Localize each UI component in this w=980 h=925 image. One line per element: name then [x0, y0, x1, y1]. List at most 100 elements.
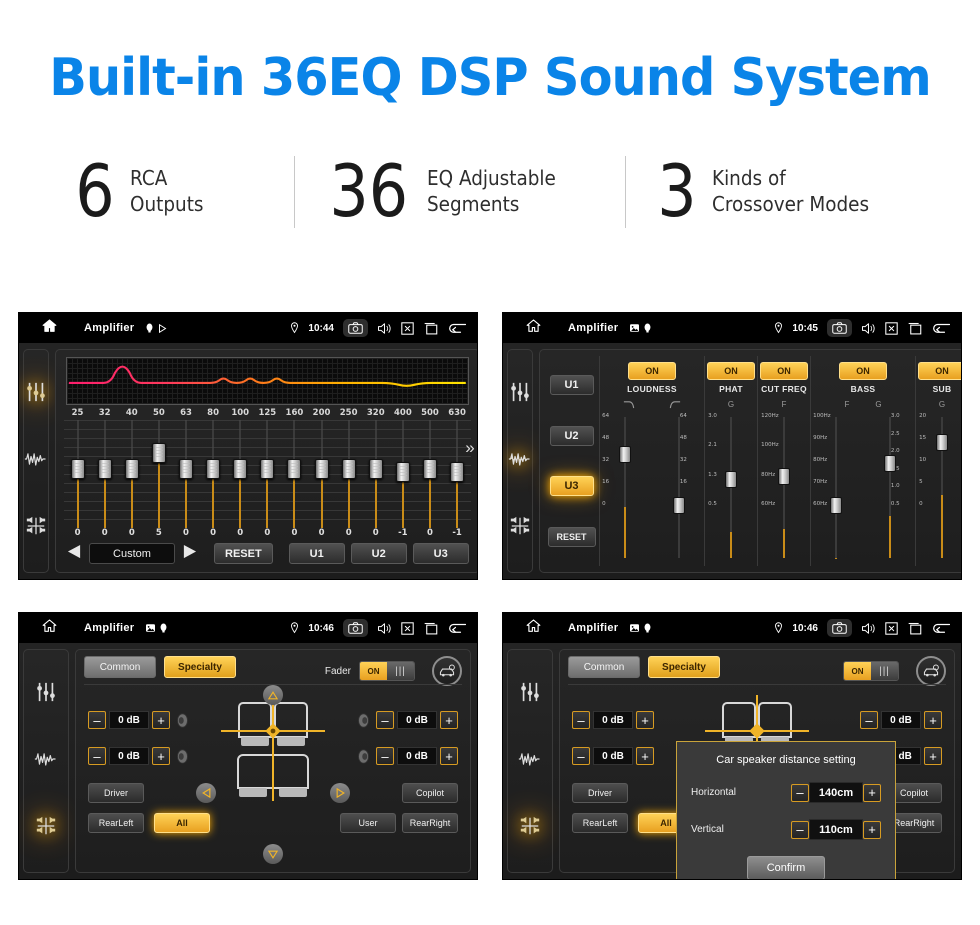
equalizer-icon[interactable] [509, 381, 531, 408]
minus-button[interactable]: – [572, 747, 590, 765]
slider-g[interactable]: 20 15 10 5 0 [919, 413, 961, 562]
slider-knob[interactable] [124, 459, 139, 479]
waveform-icon[interactable] [24, 449, 48, 474]
plus-button[interactable]: + [924, 711, 942, 729]
home-icon[interactable] [41, 618, 58, 639]
seat-user-button[interactable]: User [340, 813, 396, 833]
car-settings-icon[interactable] [916, 656, 946, 686]
eq-slider[interactable] [172, 420, 200, 528]
power-toggle[interactable]: ON [839, 362, 887, 380]
slider-knob[interactable] [341, 459, 356, 479]
nav-up-button[interactable] [263, 685, 283, 705]
slider-knob[interactable] [70, 459, 85, 479]
slider-g[interactable]: 3.02.52.01.51.00.5 [867, 413, 913, 562]
preset-prev-button[interactable] [66, 544, 83, 564]
slider-knob[interactable] [450, 462, 465, 483]
waveform-icon[interactable] [518, 749, 542, 774]
nav-right-button[interactable] [330, 783, 350, 803]
home-icon[interactable] [525, 618, 542, 639]
nav-left-button[interactable] [196, 783, 216, 803]
preset-u1-button[interactable]: U1 [288, 543, 345, 564]
slider-knob[interactable] [884, 455, 896, 473]
preset-u2-button[interactable]: U2 [549, 425, 594, 446]
balance-icon[interactable] [25, 515, 47, 542]
camera-icon[interactable] [343, 619, 368, 637]
eq-slider[interactable] [64, 420, 92, 528]
fader-toggle[interactable]: ON ||| [843, 661, 899, 681]
power-toggle[interactable]: ON [760, 362, 808, 380]
tab-common[interactable]: Common [84, 656, 156, 678]
balance-icon[interactable] [519, 815, 541, 842]
seat-rearright-button[interactable]: RearRight [402, 813, 458, 833]
eq-slider[interactable] [91, 420, 119, 528]
minus-button[interactable]: – [860, 711, 878, 729]
slider-f[interactable]: 120Hz 100Hz 80Hz 60Hz [761, 413, 807, 562]
seat-copilot-button[interactable]: Copilot [402, 783, 458, 803]
plus-button[interactable]: + [636, 747, 654, 765]
slider-knob[interactable] [287, 459, 302, 479]
plus-button[interactable]: + [863, 783, 881, 802]
tab-specialty[interactable]: Specialty [164, 656, 236, 678]
eq-slider[interactable] [443, 420, 471, 528]
eq-slider[interactable] [280, 420, 308, 528]
eq-slider[interactable] [226, 420, 254, 528]
plus-button[interactable]: + [152, 747, 170, 765]
balance-icon[interactable] [509, 515, 531, 542]
minus-button[interactable]: – [88, 711, 106, 729]
eq-slider[interactable] [145, 420, 173, 528]
eq-slider[interactable] [118, 420, 146, 528]
eq-slider[interactable] [307, 420, 336, 528]
power-toggle[interactable]: ON [628, 362, 676, 380]
slider-knob[interactable] [151, 442, 166, 463]
slider-knob[interactable] [178, 459, 193, 479]
preset-next-button[interactable] [181, 544, 198, 564]
equalizer-icon[interactable] [35, 681, 57, 708]
waveform-icon[interactable] [508, 449, 532, 474]
slider-knob[interactable] [206, 459, 221, 479]
slider-knob[interactable] [368, 459, 383, 479]
car-seat-diagram[interactable] [213, 693, 333, 813]
reset-button[interactable]: RESET [214, 543, 273, 564]
preset-name[interactable]: Custom [89, 543, 175, 564]
plus-button[interactable]: + [863, 820, 881, 839]
fader-toggle[interactable]: ON ||| [359, 661, 415, 681]
slider-knob[interactable] [619, 446, 631, 464]
minus-button[interactable]: – [88, 747, 106, 765]
equalizer-icon[interactable] [25, 381, 47, 408]
eq-slider[interactable] [416, 420, 444, 528]
slider-knob[interactable] [422, 459, 437, 479]
preset-u2-button[interactable]: U2 [350, 543, 407, 564]
slider-knob[interactable] [936, 434, 948, 452]
plus-button[interactable]: + [440, 747, 458, 765]
eq-slider[interactable] [253, 420, 281, 528]
seat-driver-button[interactable]: Driver [88, 783, 144, 803]
plus-button[interactable]: + [924, 747, 942, 765]
tab-common[interactable]: Common [568, 656, 640, 678]
camera-icon[interactable] [827, 619, 852, 637]
plus-button[interactable]: + [152, 711, 170, 729]
section-sliders[interactable]: 120Hz 100Hz 80Hz 60Hz [760, 413, 808, 562]
slider-knob[interactable] [725, 471, 737, 489]
minus-button[interactable]: – [376, 747, 394, 765]
waveform-icon[interactable] [34, 749, 58, 774]
slider-knob[interactable] [778, 468, 790, 486]
slider-knob[interactable] [260, 459, 275, 479]
slider-knob[interactable] [233, 459, 248, 479]
seat-driver-button[interactable]: Driver [572, 783, 628, 803]
minus-button[interactable]: – [791, 783, 809, 802]
eq-slider[interactable] [335, 420, 363, 528]
section-sliders[interactable]: 3.0 2.1 1.3 0.5 [707, 413, 755, 562]
power-toggle[interactable]: ON [918, 362, 961, 380]
slider-g[interactable]: 3.0 2.1 1.3 0.5 [708, 413, 754, 562]
preset-u3-button[interactable]: U3 [412, 543, 469, 564]
tab-specialty[interactable]: Specialty [648, 656, 720, 678]
seat-rearleft-button[interactable]: RearLeft [88, 813, 144, 833]
seat-all-button[interactable]: All [154, 813, 210, 833]
slider-knob[interactable] [395, 462, 410, 483]
balance-icon[interactable] [35, 815, 57, 842]
seat-rearleft-button[interactable]: RearLeft [572, 813, 628, 833]
slider-f[interactable]: 100Hz 90Hz 80Hz 70Hz 60Hz [813, 413, 859, 562]
minus-button[interactable]: – [791, 820, 809, 839]
preset-u1-button[interactable]: U1 [549, 375, 594, 396]
equalizer-icon[interactable] [519, 681, 541, 708]
